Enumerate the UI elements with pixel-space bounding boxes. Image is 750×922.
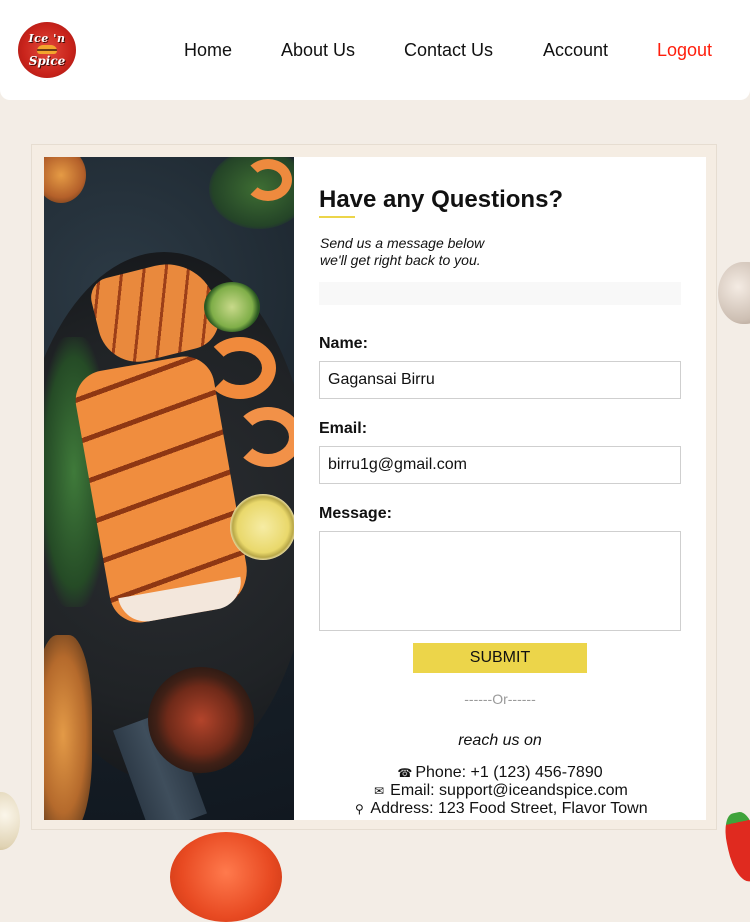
- grilled-salmon-photo: [44, 157, 294, 820]
- chili-pepper-decoration: [721, 809, 750, 885]
- reach-us-text: reach us on: [458, 732, 542, 749]
- nav-account-link[interactable]: Account: [543, 39, 608, 61]
- contact-email: ✉ Email: support@iceandspice.com: [294, 782, 706, 800]
- envelope-icon: ✉: [374, 784, 385, 798]
- message-label: Message:: [319, 505, 392, 522]
- name-input[interactable]: [319, 361, 681, 399]
- burger-icon: [37, 45, 57, 54]
- email-text: Email: support@iceandspice.com: [390, 782, 628, 799]
- site-header: Ice 'n Spice Home About Us Contact Us Ac…: [0, 0, 750, 100]
- logo-text-top: Ice 'n: [28, 32, 66, 45]
- brand-logo[interactable]: Ice 'n Spice: [18, 22, 76, 78]
- location-pin-icon: ⚲: [355, 802, 364, 816]
- address-text: Address: 123 Food Street, Flavor Town: [370, 800, 648, 817]
- title-underline: [319, 216, 355, 218]
- email-label: Email:: [319, 420, 368, 437]
- tomato-decoration: [170, 832, 282, 922]
- email-input[interactable]: [319, 446, 681, 484]
- garlic-decoration-left: [0, 792, 20, 850]
- garlic-decoration: [718, 262, 750, 324]
- nav-contact-link[interactable]: Contact Us: [404, 39, 493, 61]
- subtitle-line-2: we'll get right back to you.: [320, 252, 481, 268]
- form-status-box: [319, 282, 681, 305]
- nav-home-link[interactable]: Home: [184, 39, 232, 61]
- form-title: Have any Questions?: [319, 186, 564, 213]
- or-divider: ------Or------: [464, 691, 536, 707]
- contact-address: ⚲ Address: 123 Food Street, Flavor Town: [294, 800, 706, 818]
- nav-logout-link[interactable]: Logout: [657, 39, 712, 61]
- name-label: Name:: [319, 335, 368, 352]
- message-textarea[interactable]: [319, 531, 681, 631]
- phone-icon: ☎: [397, 766, 413, 780]
- phone-text: Phone: +1 (123) 456-7890: [415, 764, 603, 781]
- logo-text-bottom: Spice: [28, 54, 66, 68]
- contact-phone: ☎ Phone: +1 (123) 456-7890: [294, 764, 706, 782]
- nav-about-link[interactable]: About Us: [281, 39, 355, 61]
- subtitle-line-1: Send us a message below: [320, 235, 485, 251]
- form-subtitle: Send us a message below we'll get right …: [320, 235, 484, 269]
- submit-button[interactable]: SUBMIT: [413, 643, 587, 673]
